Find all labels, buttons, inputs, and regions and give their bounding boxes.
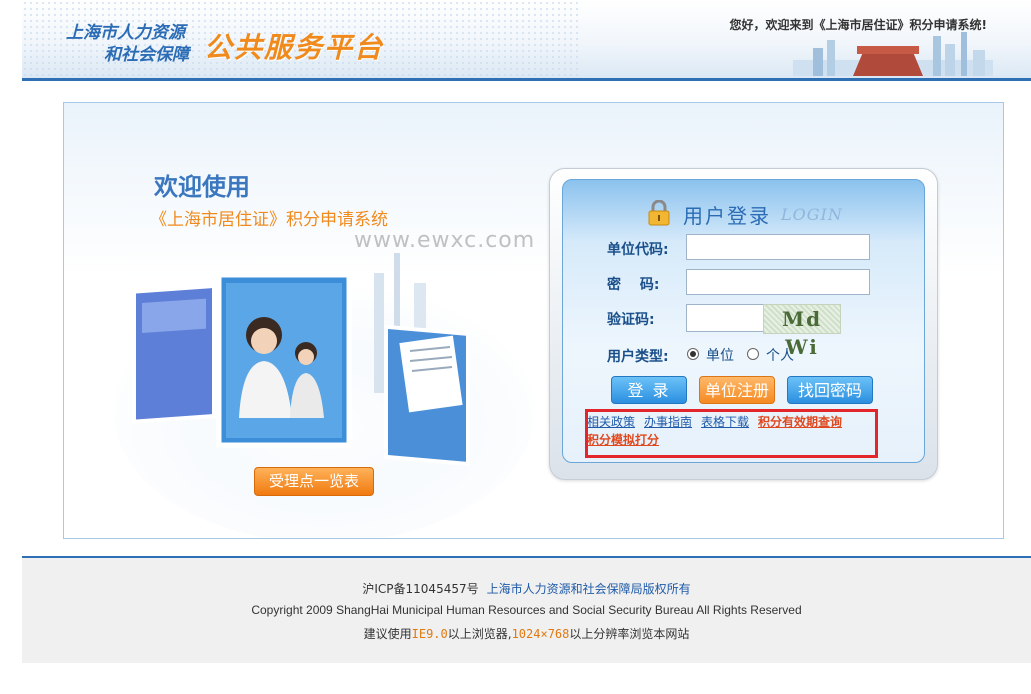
icp-number: 沪ICP备11045457号 [362,582,479,596]
captcha-input[interactable] [686,304,764,332]
highlight-box [585,409,878,458]
login-title-en: LOGIN [781,205,843,224]
unit-code-input[interactable] [686,234,870,260]
logo-line1: 上海市人力资源 [66,23,185,43]
captcha-label: 验证码: [607,312,655,328]
site-footer: 沪ICP备11045457号 上海市人力资源和社会保障局版权所有 Copyrigh… [22,556,1031,663]
lock-icon [648,200,670,226]
captcha-image[interactable]: Md Wi [763,304,841,359]
footer-line1: 沪ICP备11045457号 上海市人力资源和社会保障局版权所有 [22,580,1031,597]
footer-browser-note: 建议使用IE9.0以上浏览器,1024×768以上分辨率浏览本网站 [22,625,1031,642]
unit-code-label: 单位代码: [607,242,669,258]
service-points-button[interactable]: 受理点一览表 [254,467,374,496]
browser-name: IE9.0 [411,627,448,641]
logo-line2: 和社会保障 [104,45,189,65]
recover-password-button[interactable]: 找回密码 [787,376,873,404]
user-type-label: 用户类型: [607,349,669,365]
resolution: 1024×768 [511,627,570,641]
login-button[interactable]: 登 录 [611,376,687,404]
promo-title: 欢迎使用 [154,173,250,201]
password-input[interactable] [686,269,870,295]
browser-prefix: 建议使用 [363,627,412,641]
browser-suffix: 以上分辨率浏览本网站 [569,627,690,641]
password-label: 密 码: [607,277,660,293]
site-header: 上海市人力资源 和社会保障 公共服务平台 您好，欢迎来到《上海市居住证》积分申请… [22,0,1031,81]
watermark: www.ewxc.com [354,228,536,253]
copyright-org[interactable]: 上海市人力资源和社会保障局版权所有 [487,582,691,596]
browser-mid: 以上浏览器, [447,627,512,641]
user-type-radio-personal[interactable] [747,348,759,360]
user-type-personal-label: 个人 [766,348,794,364]
logo-brand: 公共服务平台 [204,31,385,64]
footer-copyright: Copyright 2009 ShangHai Municipal Human … [251,603,802,617]
promo-subtitle: 《上海市居住证》积分申请系统 [150,210,388,230]
skyline-illustration [793,32,993,76]
user-type-unit-label: 单位 [706,348,734,364]
logo-agency-name: 上海市人力资源 和社会保障 [66,22,189,66]
login-title: 用户登录 [683,204,771,228]
user-type-radio-unit[interactable] [687,348,699,360]
register-button[interactable]: 单位注册 [699,376,775,404]
